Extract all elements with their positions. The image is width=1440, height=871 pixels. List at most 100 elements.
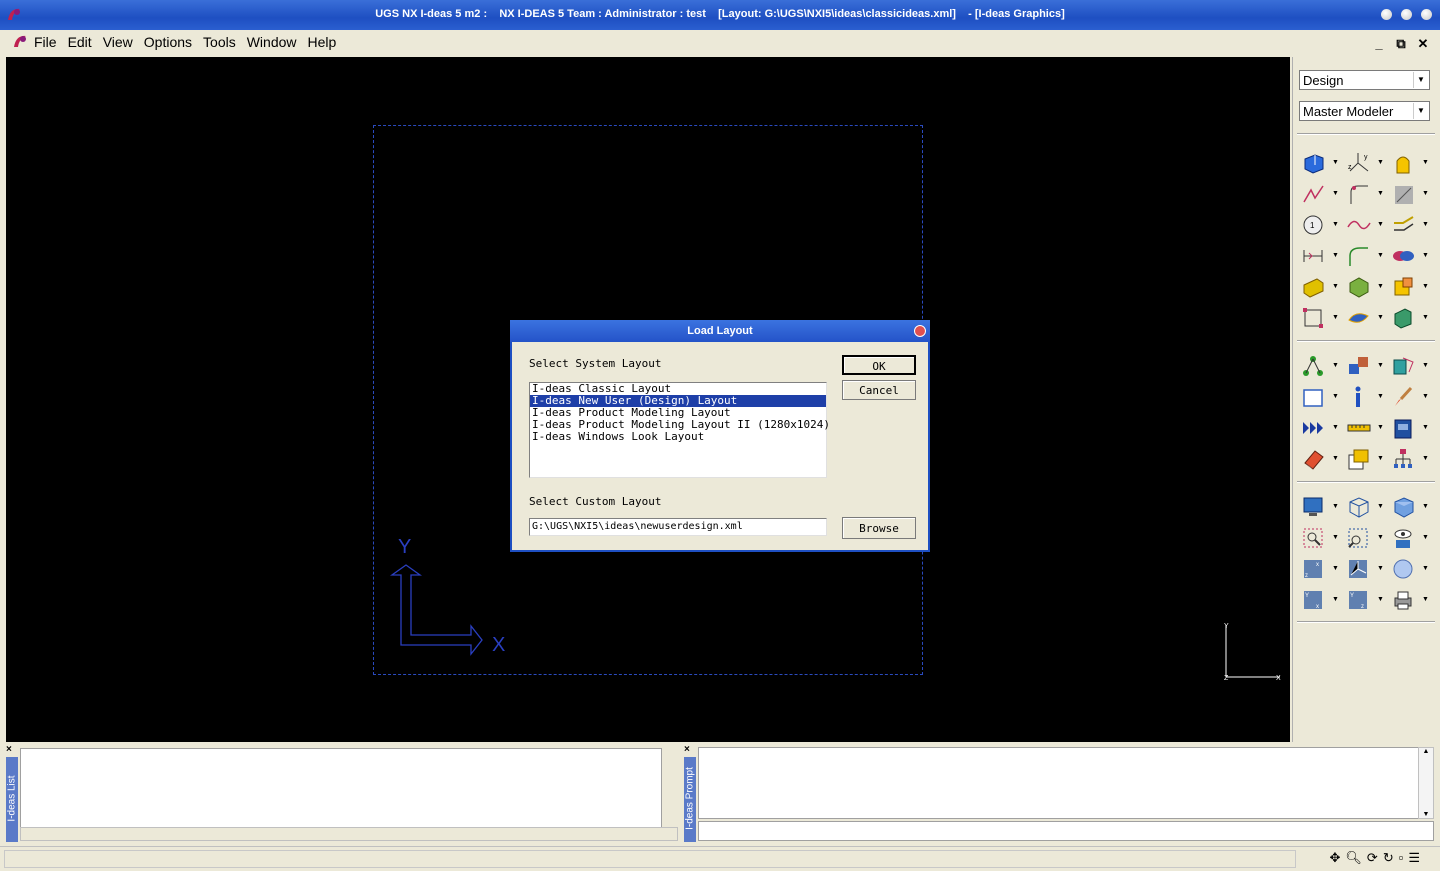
workplane-triad — [389, 564, 483, 656]
cut-icon[interactable]: ▼ — [1391, 273, 1431, 301]
triad-y-label: Y — [398, 536, 411, 558]
spin-icon[interactable]: ↻ — [1383, 850, 1394, 866]
eraser-icon[interactable]: ▼ — [1301, 445, 1341, 473]
pan-icon[interactable]: ✥ — [1330, 850, 1341, 866]
dialog-close-icon[interactable] — [914, 325, 926, 337]
linear-dimension-icon[interactable]: ▼ — [1301, 242, 1341, 270]
custom-layout-path-field[interactable]: G:\UGS\NXI5\ideas\newuserdesign.xml — [529, 518, 827, 536]
isometric-view-icon[interactable]: ▼ — [1346, 555, 1386, 583]
sketch-in-place-icon[interactable]: ▼ — [1301, 149, 1341, 177]
cancel-button[interactable]: Cancel — [842, 380, 916, 400]
svg-text:z: z — [1305, 573, 1308, 579]
ideas-list-text-area[interactable] — [20, 748, 662, 828]
close-icon[interactable]: × — [6, 745, 16, 755]
mdi-close-button[interactable]: ✕ — [1414, 36, 1432, 52]
scroll-down-icon[interactable]: ▼ — [1419, 811, 1433, 818]
mdi-minimize-button[interactable]: _ — [1370, 36, 1388, 52]
menu-item-tools[interactable]: Tools — [203, 34, 236, 50]
constraint-icon[interactable]: ▼ — [1391, 242, 1431, 270]
menu-item-view[interactable]: View — [103, 34, 133, 50]
document-icon[interactable] — [12, 33, 28, 49]
monitor-icon[interactable]: ▼ — [1301, 493, 1341, 521]
fillet-line-icon[interactable]: ▼ — [1346, 180, 1386, 208]
zoom-all-icon[interactable]: ▼ — [1346, 524, 1386, 552]
horizontal-scrollbar[interactable] — [20, 827, 678, 841]
shaded-icon[interactable]: ▼ — [1391, 493, 1431, 521]
prompt-input[interactable] — [698, 821, 1434, 841]
spline-icon[interactable]: ▼ — [1346, 211, 1386, 239]
library-icon[interactable]: ▼ — [1391, 414, 1431, 442]
status-message — [4, 850, 1296, 868]
paint-brush-icon[interactable]: ▼ — [1391, 383, 1431, 411]
svg-text:x: x — [1316, 604, 1319, 610]
svg-text:x: x — [1316, 562, 1319, 568]
extrude-icon[interactable]: ▼ — [1301, 273, 1341, 301]
corner-icon[interactable]: ▼ — [1346, 242, 1386, 270]
block-icon[interactable]: ▼ — [1346, 273, 1386, 301]
polyline-icon[interactable]: ▼ — [1301, 180, 1341, 208]
task-select[interactable]: Design ▼ — [1299, 70, 1430, 90]
scroll-up-icon[interactable]: ▲ — [1419, 748, 1433, 755]
maximize-button[interactable] — [1401, 9, 1412, 20]
svg-text:Y: Y — [1305, 593, 1309, 599]
toolbar-separator — [1297, 481, 1435, 483]
browse-button[interactable]: Browse — [842, 517, 916, 539]
svg-text:z: z — [1348, 164, 1352, 171]
status-bar: ✥ 🔍︎ ⟳ ↻ ▫ ☰ — [0, 846, 1440, 871]
top-view-icon[interactable]: Yx ▼ — [1301, 586, 1341, 614]
annotation-icon[interactable]: ▼ — [1346, 445, 1386, 473]
load-layout-dialog: Load Layout Select System Layout I-deas … — [510, 320, 930, 552]
menu-item-file[interactable]: File — [34, 34, 57, 50]
view-controls: ✥ 🔍︎ ⟳ ↻ ▫ ☰ — [1330, 850, 1421, 866]
window-title: UGS NX I-deas 5 m2 : NX I-DEAS 5 Team : … — [375, 8, 1065, 20]
system-layout-label: Select System Layout — [529, 357, 662, 370]
layout-list-item[interactable]: I-deas Windows Look Layout — [530, 431, 826, 443]
move-icon[interactable]: ▼ — [1346, 352, 1386, 380]
system-layout-list[interactable]: I-deas Classic Layout I-deas New User (De… — [529, 382, 830, 478]
zoom-icon[interactable]: 🔍︎ — [1345, 850, 1362, 866]
circle-icon[interactable]: 1 ▼ — [1301, 211, 1341, 239]
close-button[interactable] — [1421, 9, 1432, 20]
zoom-box-icon[interactable]: ▼ — [1301, 524, 1341, 552]
menu-item-window[interactable]: Window — [247, 34, 297, 50]
offset-curve-icon[interactable]: ▼ — [1391, 211, 1431, 239]
svg-text:z: z — [1361, 604, 1364, 610]
custom-layout-label: Select Custom Layout — [529, 495, 662, 508]
sphere-icon[interactable]: ▼ — [1391, 555, 1431, 583]
front-view-icon[interactable]: x z ▼ — [1301, 555, 1341, 583]
info-icon[interactable]: ▼ — [1346, 383, 1386, 411]
vertical-scrollbar[interactable]: ▲ ▼ — [1418, 747, 1434, 819]
profile-icon[interactable]: ▼ — [1391, 149, 1431, 177]
icon-panel: Design ▼ Master Modeler ▼ ▼ z y ▼ ▼ ▼ ▼ ▼ … — [1292, 57, 1439, 742]
wireframe-icon[interactable]: ▼ — [1346, 493, 1386, 521]
minimize-button[interactable] — [1381, 9, 1392, 20]
box-select-icon[interactable]: ▼ — [1301, 304, 1341, 332]
svg-text:y: y — [1364, 154, 1368, 161]
surface-icon[interactable]: ▼ — [1346, 304, 1386, 332]
menu-lines-icon[interactable]: ☰ — [1408, 850, 1420, 866]
rotate-icon[interactable]: ⟳ — [1367, 850, 1378, 866]
ok-button[interactable]: OK — [842, 355, 916, 375]
fast-forward-icon[interactable]: ▼ — [1301, 414, 1341, 442]
shell-icon[interactable]: ▼ — [1391, 304, 1431, 332]
menu-items: File Edit View Options Tools Window Help — [34, 34, 336, 50]
ruler-icon[interactable]: ▼ — [1346, 414, 1386, 442]
angle-dimension-icon[interactable]: ▼ — [1391, 180, 1431, 208]
print-icon[interactable]: ▼ — [1391, 586, 1431, 614]
menu-item-edit[interactable]: Edit — [68, 34, 92, 50]
side-view-icon[interactable]: Yz ▼ — [1346, 586, 1386, 614]
tree-icon[interactable]: ▼ — [1391, 445, 1431, 473]
view-eye-icon[interactable]: ▼ — [1391, 524, 1431, 552]
menu-item-help[interactable]: Help — [308, 34, 337, 50]
application-select[interactable]: Master Modeler ▼ — [1299, 101, 1430, 121]
workplane-axes-icon[interactable]: z y ▼ — [1346, 149, 1386, 177]
menu-item-options[interactable]: Options — [144, 34, 192, 50]
copy-icon[interactable]: ▼ — [1391, 352, 1431, 380]
network-icon[interactable]: ▼ — [1301, 352, 1341, 380]
workplane-icon[interactable]: ▼ — [1301, 383, 1341, 411]
mdi-restore-button[interactable]: ⧉ — [1392, 36, 1410, 52]
mini-triad-x-label: X — [1276, 675, 1281, 682]
fit-icon[interactable]: ▫ — [1399, 850, 1404, 866]
mini-triad — [1225, 625, 1280, 678]
close-icon[interactable]: × — [684, 745, 694, 755]
